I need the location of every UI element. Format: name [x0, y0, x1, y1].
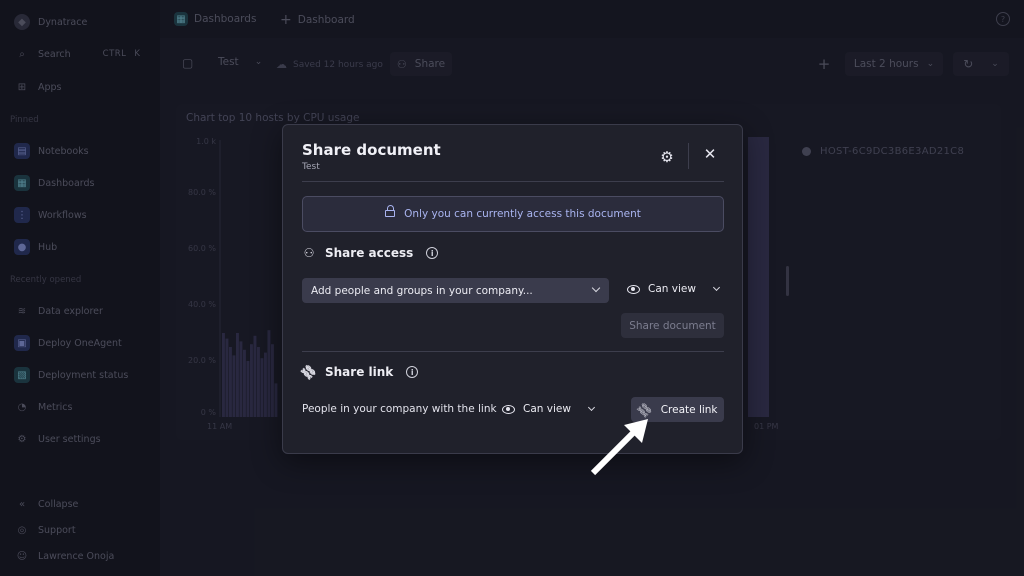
link-permission-select[interactable]: Can view: [502, 403, 595, 415]
eye-icon: [627, 284, 640, 294]
link-icon: ⛓: [634, 399, 656, 420]
share-access-heading: ⚇ Share access i: [302, 246, 439, 260]
chevron-down-icon: [712, 283, 720, 292]
info-icon[interactable]: i: [406, 366, 419, 378]
divider: [302, 351, 724, 352]
access-banner: Only you can currently access this docum…: [302, 196, 724, 232]
share-link-title: Share link: [325, 365, 394, 379]
create-link-label: Create link: [660, 403, 718, 416]
link-description: People in your company with the link: [302, 403, 497, 415]
people-picker-placeholder: Add people and groups in your company...: [311, 284, 533, 297]
users-icon: ⚇: [303, 246, 315, 260]
share-link-heading: ⛓ Share link i: [298, 361, 419, 383]
lock-icon: [385, 205, 396, 219]
eye-icon: [502, 404, 515, 414]
share-document-button[interactable]: Share document: [621, 313, 724, 338]
create-link-button[interactable]: ⛓ Create link: [631, 397, 724, 422]
dialog-title: Share document: [302, 141, 441, 159]
header-divider: [688, 143, 689, 169]
dialog-subtitle: Test: [302, 162, 320, 172]
people-picker[interactable]: Add people and groups in your company...: [302, 278, 609, 303]
close-icon[interactable]: ✕: [701, 145, 719, 163]
access-permission-label: Can view: [648, 283, 696, 295]
share-access-title: Share access: [325, 246, 414, 260]
link-permission-label: Can view: [523, 403, 571, 415]
share-document-dialog: Share document Test ⚙ ✕ Only you can cur…: [282, 124, 743, 454]
info-icon[interactable]: i: [426, 247, 439, 259]
link-icon: ⛓: [298, 361, 320, 383]
gear-icon[interactable]: ⚙: [659, 148, 675, 166]
chevron-down-icon: [587, 403, 595, 412]
access-permission-select[interactable]: Can view: [627, 283, 720, 295]
chevron-down-icon: [591, 283, 601, 293]
divider: [302, 181, 724, 182]
access-banner-text: Only you can currently access this docum…: [404, 208, 641, 220]
